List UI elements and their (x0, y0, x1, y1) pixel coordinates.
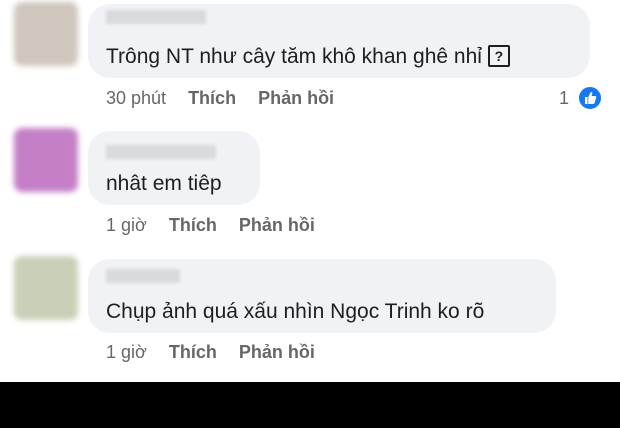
reaction-count[interactable]: 1 (559, 88, 569, 109)
avatar[interactable] (14, 2, 78, 66)
reply-button[interactable]: Phản hồi (239, 215, 315, 235)
avatar[interactable] (14, 256, 78, 320)
comment-time[interactable]: 1 giờ (106, 342, 147, 362)
commenter-name-redacted[interactable] (106, 269, 180, 283)
comment-meta: 1 giờ Thích Phản hồi (106, 215, 315, 236)
commenter-name-redacted[interactable] (106, 10, 206, 24)
bottom-black-bar (0, 382, 620, 428)
thumbs-up-icon[interactable] (577, 85, 603, 111)
like-button[interactable]: Thích (188, 88, 236, 108)
comment-text: Trông NT như cây tăm khô khan ghê nhỉ (106, 45, 482, 68)
like-button[interactable]: Thích (169, 342, 217, 362)
unknown-character-box: ? (487, 45, 510, 67)
like-button[interactable]: Thích (169, 215, 217, 235)
comment-time[interactable]: 30 phút (106, 88, 166, 108)
comment-bubble: nhât em tiêp (88, 131, 260, 205)
comment-time[interactable]: 1 giờ (106, 215, 147, 235)
comment-bubble: Trông NT như cây tăm khô khan ghê nhỉ? (88, 4, 590, 78)
commenter-name-redacted[interactable] (106, 145, 216, 159)
comment-bubble: Chụp ảnh quá xấu nhìn Ngọc Trinh ko rõ (88, 259, 556, 333)
reply-button[interactable]: Phản hồi (258, 88, 334, 108)
comment-text: Chụp ảnh quá xấu nhìn Ngọc Trinh ko rõ (106, 300, 485, 323)
avatar[interactable] (14, 128, 78, 192)
reply-button[interactable]: Phản hồi (239, 342, 315, 362)
comment-meta: 1 giờ Thích Phản hồi (106, 342, 315, 363)
comment-meta: 30 phút Thích Phản hồi (106, 88, 334, 109)
comment-text: nhât em tiêp (106, 172, 222, 195)
